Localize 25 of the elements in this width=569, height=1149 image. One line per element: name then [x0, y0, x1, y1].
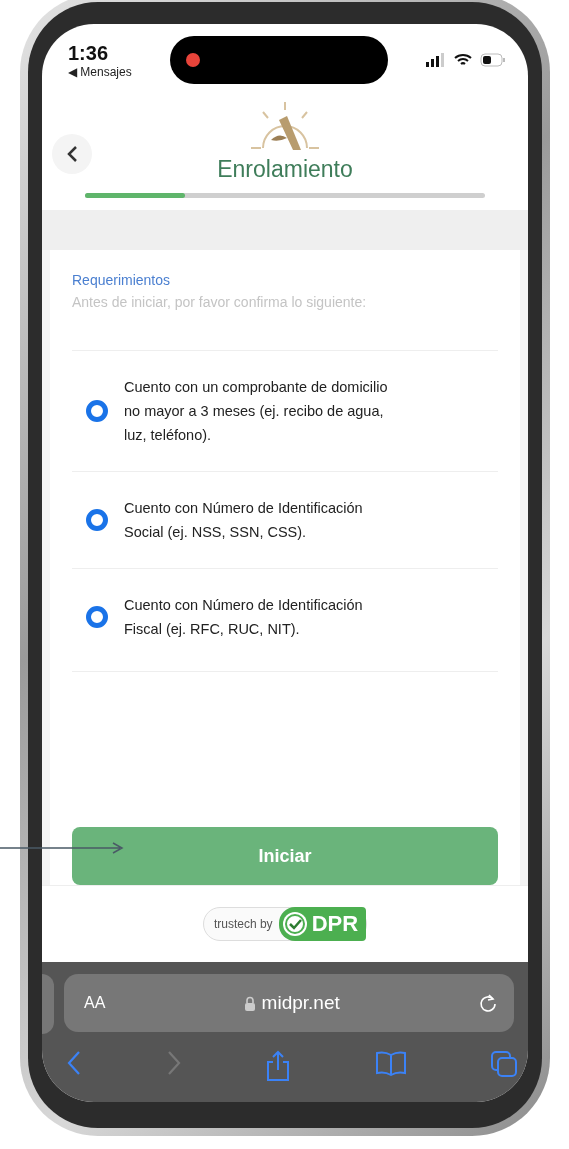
- back-to-app-link[interactable]: ◀ Mensajes: [68, 64, 132, 79]
- radio-button[interactable]: [86, 400, 108, 422]
- status-time: 1:36: [68, 41, 110, 65]
- previous-tab-stub: [42, 974, 54, 1034]
- lock-icon: [243, 995, 256, 1011]
- section-heading: Requerimientos: [72, 272, 172, 288]
- requirement-text: Cuento con Número de Identificación Fiscal (ej. RFC, RUC, NIT).: [124, 596, 364, 639]
- radio-button[interactable]: [86, 606, 108, 628]
- text-size-button[interactable]: AA: [84, 994, 106, 1012]
- page-title: Enrolamiento: [217, 156, 353, 183]
- brand-logo: DPR: [278, 907, 367, 941]
- section-subtitle: Antes de iniciar, por favor confirma lo siguiente:: [72, 294, 368, 310]
- url-text: midpr.net: [261, 992, 340, 1014]
- radio-button[interactable]: [86, 509, 108, 531]
- battery-icon: [480, 53, 506, 67]
- reload-icon[interactable]: [478, 993, 498, 1013]
- badge-prefix-text: trustech by: [213, 917, 273, 931]
- back-button[interactable]: [52, 134, 92, 174]
- address-bar[interactable]: AA midpr.net: [64, 974, 514, 1032]
- requirement-text: Cuento con Número de Identificación Social (ej. NSS, SSN, CSS).: [124, 499, 364, 542]
- chevron-left-icon: [66, 145, 78, 163]
- requirement-text: Cuento con un comprobante de domicilio no mayor a 3 meses (ej. recibo de agua, luz, teléfono).: [124, 378, 389, 445]
- start-button[interactable]: Iniciar: [72, 827, 498, 885]
- wifi-icon: [454, 53, 472, 67]
- signal-icon: [426, 53, 446, 67]
